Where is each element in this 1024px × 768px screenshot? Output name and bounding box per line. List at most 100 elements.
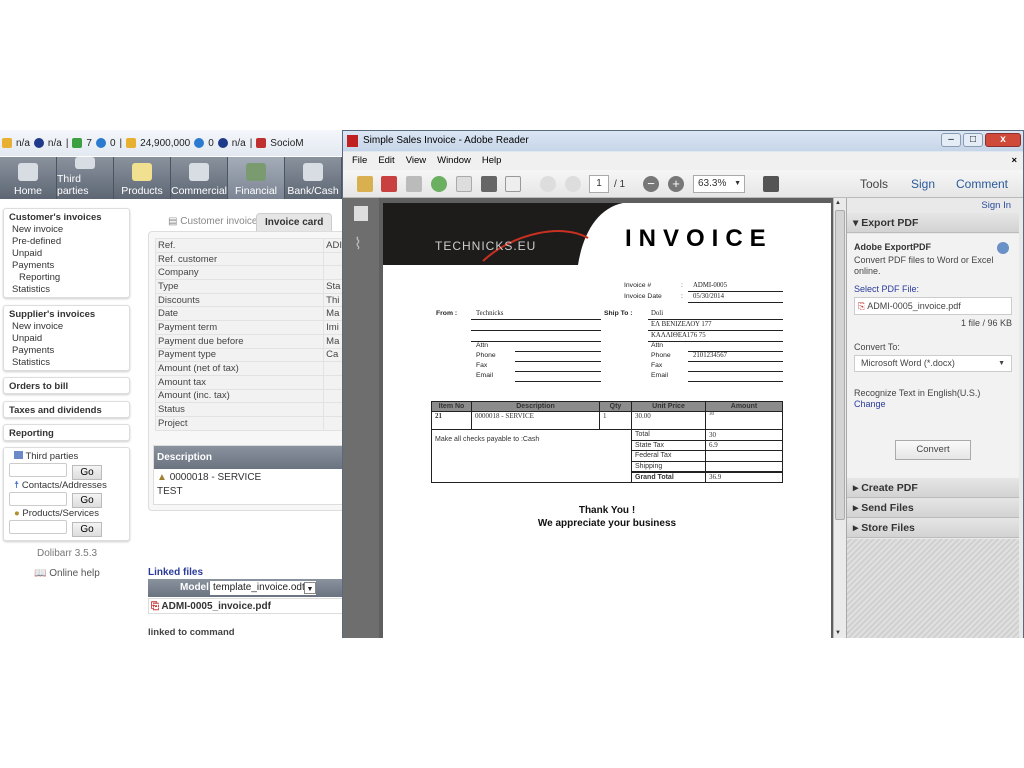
file-info: 1 file / 96 KB bbox=[960, 318, 1012, 328]
scroll-thumb[interactable] bbox=[835, 210, 845, 520]
item-qty: 1 bbox=[599, 411, 632, 430]
nav-commercial[interactable]: Commercial bbox=[171, 157, 228, 199]
ocr-language-label: Recognize Text in English(U.S.) bbox=[854, 388, 981, 398]
send-files-section[interactable]: ▸ Send Files bbox=[847, 498, 1019, 518]
vertical-scrollbar[interactable]: ▲ ▼ bbox=[833, 198, 846, 638]
section-label: Export PDF bbox=[861, 217, 919, 229]
change-link[interactable]: Change bbox=[854, 399, 1012, 410]
store-files-section[interactable]: ▸ Store Files bbox=[847, 518, 1019, 538]
description-line[interactable]: ▲ 0000018 - SERVICE bbox=[154, 469, 345, 483]
menu-item[interactable]: New invoice bbox=[9, 224, 124, 236]
menu-item[interactable]: Unpaid bbox=[9, 333, 124, 345]
menu-orders-to-bill[interactable]: Orders to bill bbox=[3, 377, 130, 394]
fax-label: Fax bbox=[651, 362, 663, 369]
zoom-in-icon[interactable]: + bbox=[668, 176, 684, 192]
card-row: Amount (net of tax) bbox=[154, 361, 345, 376]
nav-bank-cash[interactable]: Bank/Cash bbox=[285, 157, 342, 199]
menu-item[interactable]: Pre-defined bbox=[9, 236, 124, 248]
menu-item[interactable]: Reporting bbox=[9, 272, 124, 284]
edit-icon[interactable] bbox=[406, 176, 422, 192]
field-label: Status bbox=[154, 402, 325, 417]
create-pdf-section[interactable]: ▸ Create PDF bbox=[847, 478, 1019, 498]
go-button[interactable]: Go bbox=[72, 521, 102, 537]
nav-products[interactable]: Products bbox=[114, 157, 171, 199]
zoom-select[interactable]: 63.3% ▼ bbox=[693, 175, 745, 193]
field-label: Ref. customer bbox=[154, 251, 325, 267]
menu-reporting[interactable]: Reporting bbox=[3, 424, 130, 441]
products-input[interactable] bbox=[9, 520, 67, 534]
grand-total-value: 36.9 bbox=[705, 470, 783, 483]
print-icon[interactable] bbox=[481, 176, 497, 192]
menu-title[interactable]: Supplier's invoices bbox=[9, 309, 124, 321]
tools-button[interactable]: Tools bbox=[860, 177, 888, 191]
field-label: Payment type bbox=[154, 347, 325, 363]
pdf-icon: ⎘ bbox=[858, 301, 866, 311]
format-select[interactable]: Microsoft Word (*.docx) ▼ bbox=[854, 355, 1012, 372]
nav-label: Products bbox=[121, 185, 163, 197]
linked-file[interactable]: ⎘ ADMI-0005_invoice.pdf bbox=[148, 598, 345, 614]
menu-item[interactable]: Payments bbox=[9, 260, 124, 272]
attachment-icon[interactable]: ⌇ bbox=[354, 234, 362, 254]
zoom-out-icon[interactable]: − bbox=[643, 176, 659, 192]
menu-edit[interactable]: Edit bbox=[378, 152, 394, 170]
page-number-input[interactable]: 1 bbox=[589, 175, 609, 193]
menu-view[interactable]: View bbox=[406, 152, 426, 170]
adobe-reader-window: Simple Sales Invoice - Adobe Reader – □ … bbox=[342, 130, 1024, 639]
stat-value: 24,900,000 bbox=[140, 137, 191, 149]
create-icon[interactable] bbox=[357, 176, 373, 192]
description-header: Description bbox=[154, 446, 345, 469]
menu-title[interactable]: Customer's invoices bbox=[9, 212, 124, 224]
selected-file[interactable]: ⎘ ADMI-0005_invoice.pdf bbox=[854, 297, 1012, 315]
main-nav: Home Third parties Products Commercial F… bbox=[0, 157, 345, 199]
comment-button[interactable]: Comment bbox=[956, 177, 1008, 191]
sign-in-link[interactable]: Sign In bbox=[981, 200, 1011, 211]
go-button[interactable]: Go bbox=[72, 464, 102, 480]
section-label: Store Files bbox=[861, 522, 915, 534]
menu-item[interactable]: Unpaid bbox=[9, 248, 124, 260]
next-page-icon[interactable] bbox=[565, 176, 581, 192]
menu-item[interactable]: New invoice bbox=[9, 321, 124, 333]
model-select[interactable]: template_invoice.odt ▼ bbox=[210, 581, 316, 595]
tab-invoice-card[interactable]: Invoice card bbox=[256, 213, 333, 231]
toolbar: 1 / 1 − + 63.3% ▼ Tools Sign Comment bbox=[343, 170, 1023, 198]
email-icon[interactable] bbox=[505, 176, 521, 192]
third-parties-input[interactable] bbox=[9, 463, 67, 477]
version-label: Dolibarr 3.5.3 bbox=[37, 548, 98, 559]
menu-item[interactable]: Statistics bbox=[9, 357, 124, 369]
upload-icon[interactable] bbox=[431, 176, 447, 192]
close-document-icon[interactable]: × bbox=[1011, 152, 1017, 170]
combine-icon[interactable] bbox=[381, 176, 397, 192]
menu-item[interactable]: Statistics bbox=[9, 284, 124, 296]
pages-icon[interactable] bbox=[354, 206, 368, 221]
item-amount: 30 bbox=[705, 411, 783, 430]
search-label: Contacts/Addresses bbox=[21, 479, 107, 491]
contacts-input[interactable] bbox=[9, 491, 67, 506]
nav-third-parties[interactable]: Third parties bbox=[57, 157, 114, 199]
close-button[interactable]: x bbox=[985, 133, 1021, 147]
nav-financial[interactable]: Financial bbox=[228, 157, 285, 199]
stat-value: n/a bbox=[47, 137, 62, 149]
menu-help[interactable]: Help bbox=[482, 152, 502, 170]
field-label: Payment term bbox=[154, 320, 325, 335]
menu-window[interactable]: Window bbox=[437, 152, 471, 170]
nav-home[interactable]: Home bbox=[0, 157, 57, 199]
online-help-link[interactable]: 📖 Online help bbox=[34, 568, 100, 579]
maximize-button[interactable]: □ bbox=[963, 133, 983, 147]
field-label: Discounts bbox=[154, 292, 325, 308]
select-file-label: Select PDF File: bbox=[854, 284, 920, 294]
go-button[interactable]: Go bbox=[72, 493, 102, 508]
convert-button[interactable]: Convert bbox=[895, 440, 971, 460]
full-screen-icon[interactable] bbox=[763, 176, 779, 192]
scroll-up-icon[interactable]: ▲ bbox=[835, 200, 841, 206]
previous-page-icon[interactable] bbox=[540, 176, 556, 192]
menu-taxes[interactable]: Taxes and dividends bbox=[3, 401, 130, 418]
users-icon bbox=[75, 157, 95, 169]
tab-customer-invoice[interactable]: ▤ Customer invoice bbox=[160, 213, 266, 231]
save-icon[interactable] bbox=[456, 176, 472, 192]
scroll-down-icon[interactable]: ▼ bbox=[835, 630, 841, 636]
menu-item[interactable]: Payments bbox=[9, 345, 124, 357]
export-pdf-section[interactable]: ▾ Export PDF bbox=[847, 213, 1019, 233]
minimize-button[interactable]: – bbox=[941, 133, 961, 147]
menu-file[interactable]: File bbox=[352, 152, 367, 170]
sign-button[interactable]: Sign bbox=[911, 177, 935, 191]
